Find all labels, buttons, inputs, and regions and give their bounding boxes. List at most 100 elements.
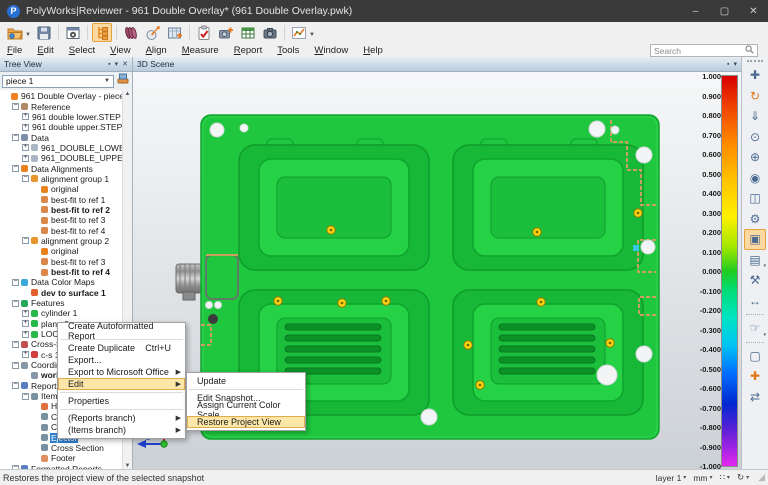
workspace-manager-icon[interactable]	[63, 23, 83, 42]
menu-view[interactable]: View	[110, 45, 130, 56]
tree-row-original[interactable]: original	[0, 246, 122, 256]
tree-row-original[interactable]: original	[0, 184, 122, 194]
expander-icon[interactable]: +	[22, 331, 29, 338]
tree-row-alignment-group-1[interactable]: −alignment group 1	[0, 174, 122, 184]
interactive-zoom-icon[interactable]: ⊕	[744, 147, 766, 168]
tree-row-best-fit-to-ref-4[interactable]: best-fit to ref 4	[0, 225, 122, 235]
menu-item-create-autoformatted-report[interactable]: Create Autoformatted Report	[58, 325, 185, 337]
expander-icon[interactable]: −	[12, 103, 19, 110]
tree-row-data[interactable]: −Data	[0, 132, 122, 142]
piece-selector-icon[interactable]	[116, 72, 130, 90]
menu-help[interactable]: Help	[363, 45, 383, 56]
align-view-icon[interactable]: ⇓	[744, 106, 766, 127]
expander-icon[interactable]: −	[12, 300, 19, 307]
open-dropdown-caret[interactable]: ▼	[25, 32, 31, 38]
menu-file[interactable]: File	[7, 45, 22, 56]
menu-item-edit[interactable]: Edit▶	[58, 378, 185, 390]
camera-icon[interactable]	[260, 23, 280, 42]
expander-icon[interactable]: +	[22, 144, 29, 151]
expander-icon[interactable]: −	[22, 175, 29, 182]
transform-icon[interactable]: ⇄	[744, 387, 766, 408]
clipping-box-icon[interactable]: ◫	[744, 188, 766, 209]
display-options-icon[interactable]: ⚙	[744, 209, 766, 230]
objects-display-icon[interactable]	[121, 23, 141, 42]
tree-row-best-fit-to-ref-2[interactable]: best-fit to ref 2	[0, 205, 122, 215]
menu-item-reports-branch[interactable]: (Reports branch)▶	[58, 412, 185, 424]
chart-dropdown-caret[interactable]: ▼	[309, 32, 315, 38]
toolbar-drag-handle[interactable]	[747, 60, 763, 62]
pin-icon[interactable]: ▪	[727, 61, 729, 68]
tree-row-961-double-lower-ply[interactable]: +961_DOUBLE_LOWER.ply	[0, 143, 122, 153]
tree-row-reference[interactable]: −Reference	[0, 101, 122, 111]
maximize-button[interactable]: ▢	[710, 0, 739, 22]
expander-icon[interactable]: −	[12, 362, 19, 369]
open-workspace-icon[interactable]	[5, 23, 25, 42]
rotate-3d-icon[interactable]: ↻	[744, 86, 766, 107]
tree-row-961-double-lower-step[interactable]: +961 double lower.STEP	[0, 112, 122, 122]
hide-show-icon[interactable]: ◉	[744, 168, 766, 189]
pin-icon[interactable]: ▪	[108, 61, 110, 68]
panel-menu-caret-icon[interactable]: ▾	[115, 60, 119, 68]
panel-close-icon[interactable]: ✕	[122, 60, 128, 68]
tree-row-alignment-group-2[interactable]: −alignment group 2	[0, 236, 122, 246]
units-select[interactable]: mm ▾	[693, 473, 712, 483]
piece-select[interactable]: piece 1 ▼	[2, 75, 114, 88]
expander-icon[interactable]: +	[22, 310, 29, 317]
add-object-icon[interactable]: ✚	[744, 366, 766, 387]
layer-select[interactable]: layer 1 ▾	[656, 473, 687, 483]
tree-row-best-fit-to-ref-3[interactable]: best-fit to ref 3	[0, 257, 122, 267]
menu-edit[interactable]: Edit	[37, 45, 53, 56]
expander-icon[interactable]: −	[12, 165, 19, 172]
expander-icon[interactable]: −	[12, 382, 19, 389]
expander-icon[interactable]: −	[12, 134, 19, 141]
menu-measure[interactable]: Measure	[182, 45, 219, 56]
menu-align[interactable]: Align	[146, 45, 167, 56]
tree-row-dev-to-surface-1[interactable]: dev to surface 1	[0, 288, 122, 298]
expander-icon[interactable]: +	[22, 155, 29, 162]
pan-icon[interactable]: ✚	[744, 65, 766, 86]
tree-row-961-double-upper-ply[interactable]: +961_DOUBLE_UPPER.ply	[0, 153, 122, 163]
close-button[interactable]: ✕	[739, 0, 768, 22]
menu-item-export-to-microsoft-office[interactable]: Export to Microsoft Office▶	[58, 366, 185, 378]
report-validation-icon[interactable]	[194, 23, 214, 42]
menu-window[interactable]: Window	[314, 45, 348, 56]
annotations-icon[interactable]: ▤▾	[744, 250, 766, 271]
pick-hand-icon[interactable]: ☞▾	[744, 318, 766, 339]
zoom-region-icon[interactable]: ⊙	[744, 127, 766, 148]
tree-row-961-double-overlay-piece-1[interactable]: 961 Double Overlay - piece 1	[0, 91, 122, 101]
tree-row-features[interactable]: −Features	[0, 298, 122, 308]
expander-icon[interactable]: +	[22, 113, 29, 120]
tree-row-best-fit-to-ref-3[interactable]: best-fit to ref 3	[0, 215, 122, 225]
menu-item-assign-current-color-scale[interactable]: Assign Current Color Scale	[187, 404, 305, 416]
search-input[interactable]: Search	[650, 44, 758, 57]
expander-icon[interactable]: −	[22, 393, 29, 400]
tree-row-961-double-upper-step[interactable]: +961 double upper.STEP	[0, 122, 122, 132]
resize-grip[interactable]: ◢	[758, 472, 765, 483]
expander-icon[interactable]: +	[22, 320, 29, 327]
scroll-up-icon[interactable]: ▲	[125, 91, 131, 97]
menu-item-items-branch[interactable]: (Items branch)▶	[58, 424, 185, 436]
snapshot-view-icon[interactable]: ▢	[744, 346, 766, 367]
minimize-button[interactable]: –	[681, 0, 710, 22]
chart-icon[interactable]	[289, 23, 309, 42]
tree-view-icon[interactable]	[92, 23, 112, 42]
add-snapshot-icon[interactable]	[216, 23, 236, 42]
menu-tools[interactable]: Tools	[277, 45, 299, 56]
menu-item-properties[interactable]: Properties	[58, 395, 185, 407]
tree-row-cross-section[interactable]: Cross Section	[0, 443, 122, 453]
edit-color-scale-icon[interactable]: ⚒	[744, 270, 766, 291]
expander-icon[interactable]: −	[12, 341, 19, 348]
save-icon[interactable]	[34, 23, 54, 42]
tree-row-best-fit-to-ref-4[interactable]: best-fit to ref 4	[0, 267, 122, 277]
search-icon[interactable]	[745, 45, 754, 56]
gauge-icon[interactable]	[165, 23, 185, 42]
table-icon[interactable]	[238, 23, 258, 42]
menu-item-update[interactable]: Update	[187, 375, 305, 387]
pixel-grid-button[interactable]: ∷ ▾	[720, 472, 730, 483]
tree-row-data-color-maps[interactable]: −Data Color Maps	[0, 277, 122, 287]
menu-item-create-duplicate[interactable]: Create DuplicateCtrl+U	[58, 342, 185, 354]
menu-item-export[interactable]: Export...	[58, 354, 185, 366]
expander-icon[interactable]: +	[22, 124, 29, 131]
menu-report[interactable]: Report	[234, 45, 263, 56]
expander-icon[interactable]: +	[22, 351, 29, 358]
